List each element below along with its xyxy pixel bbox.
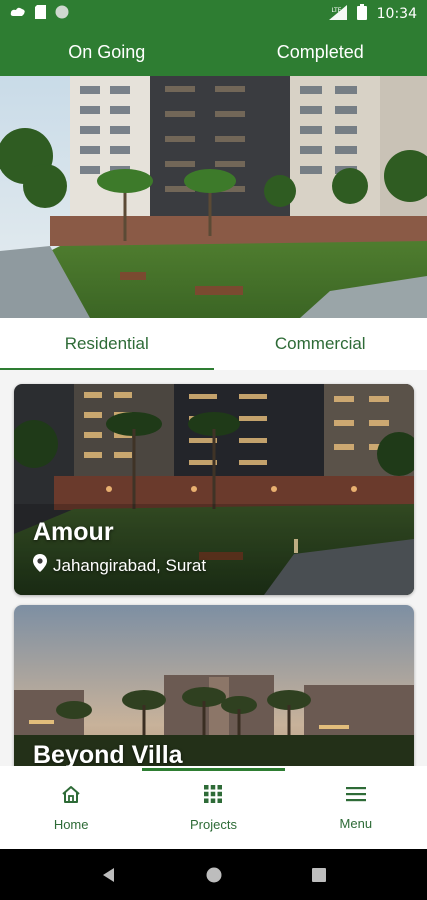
circle-icon: [55, 5, 69, 24]
nav-menu-label: Menu: [339, 815, 373, 831]
home-icon: [60, 784, 82, 807]
recents-icon[interactable]: [311, 867, 326, 882]
project-location-text: Jahangirabad, Surat: [53, 555, 207, 575]
status-bar: LTE 10:34: [0, 0, 427, 28]
hero-banner-image: [0, 76, 427, 318]
nav-home[interactable]: Home: [0, 766, 142, 849]
svg-text:LTE: LTE: [331, 7, 341, 14]
location-pin-icon: [33, 554, 47, 577]
nav-projects[interactable]: Projects: [142, 766, 285, 849]
project-list[interactable]: Amour Jahangirabad, Surat Beyond Villa: [0, 370, 427, 766]
cloud-icon: [10, 5, 26, 23]
nav-menu[interactable]: Menu: [285, 766, 427, 849]
tab-on-going[interactable]: On Going: [0, 28, 214, 76]
hamburger-menu-icon: [345, 785, 367, 806]
signal-icon: LTE: [328, 4, 347, 24]
project-card-amour[interactable]: Amour Jahangirabad, Surat: [14, 384, 414, 595]
top-tab-bar: On Going Completed: [0, 28, 427, 76]
grid-icon: [203, 784, 223, 807]
project-name: Amour: [33, 518, 114, 546]
sim-icon: [35, 4, 46, 24]
project-location: Jahangirabad, Surat: [33, 554, 206, 577]
nav-projects-label: Projects: [190, 816, 237, 832]
app-root: LTE 10:34 On Going Completed Residential…: [0, 0, 427, 900]
system-navigation-bar: [0, 849, 427, 900]
battery-icon: [356, 4, 367, 24]
tab-completed[interactable]: Completed: [214, 28, 427, 76]
tab-residential[interactable]: Residential: [0, 318, 214, 370]
nav-home-label: Home: [53, 816, 89, 832]
back-icon[interactable]: [102, 867, 116, 882]
category-tab-bar: Residential Commercial: [0, 318, 427, 370]
status-time: 10:34: [376, 6, 417, 22]
project-name: Beyond Villa: [33, 741, 183, 766]
home-circle-icon[interactable]: [206, 867, 222, 883]
bottom-navigation: Home Projects Menu: [0, 766, 427, 849]
project-card-beyond-villa[interactable]: Beyond Villa: [14, 605, 414, 766]
tab-commercial[interactable]: Commercial: [214, 318, 427, 370]
